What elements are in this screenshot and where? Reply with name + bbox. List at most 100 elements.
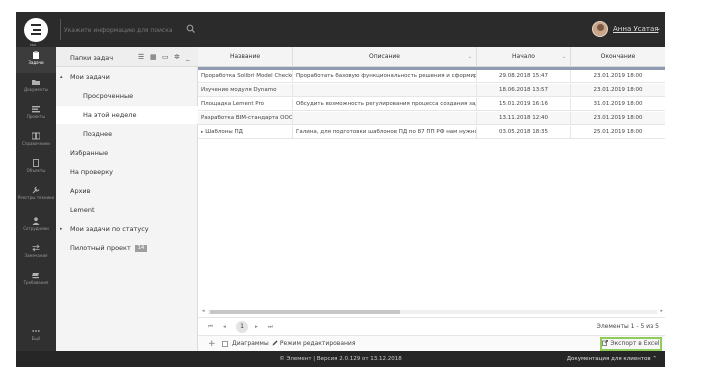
folder-overdue[interactable]: Просроченные [56, 87, 198, 105]
column-header-name[interactable]: Название [198, 47, 293, 67]
user-name-link[interactable]: Анна Усатая [613, 25, 658, 33]
table-row[interactable]: ▸ Шаблоны ПД Галина, для подготовки шабло… [198, 126, 665, 139]
scroll-left-icon[interactable]: ◂ [202, 308, 205, 314]
documentation-link[interactable]: Документация для клиентов ⌃ [567, 351, 657, 367]
table-row[interactable]: Разработка BIM-стандарта ООО 13.11.2018 … [198, 112, 665, 125]
add-task-button[interactable]: + [208, 338, 216, 350]
swap-icon [32, 244, 40, 252]
cell-name: Проработка Solibri Model Checker [198, 70, 293, 83]
table-row[interactable]: Проработка Solibri Model Checker Прорабо… [198, 70, 665, 83]
list-view-icon[interactable]: ☰ [138, 52, 144, 62]
projects-icon [32, 106, 40, 113]
scroll-right-icon[interactable]: ▸ [660, 308, 663, 314]
table-row[interactable]: Площадка Lement Pro Обсудить возможность… [198, 98, 665, 111]
column-header-start[interactable]: Начало ⌄ [477, 47, 571, 67]
folder-my-tasks[interactable]: ▴ Мои задачи [56, 68, 198, 86]
column-header-end[interactable]: Окончание [571, 47, 665, 67]
nav-item-requirements[interactable]: Требования [16, 267, 56, 293]
cell-end: 23.01.2019 18:00 [593, 73, 643, 79]
tasks-grid: Название Описание ⌄ Начало ⌄ Окончание Про… [198, 47, 665, 351]
cell-description: Обсудить возможность регулирования проце… [293, 98, 477, 111]
column-header-description[interactable]: Описание ⌄ [293, 47, 477, 67]
next-page-icon[interactable]: ▸ [255, 322, 258, 332]
table-header: Название Описание ⌄ Начало ⌄ Окончание [198, 47, 665, 67]
nav-item-equipment[interactable]: Реестры техники [16, 182, 56, 212]
pencil-icon [272, 340, 278, 346]
nav-item-objects[interactable]: Объекты [16, 155, 56, 181]
grid-view-icon[interactable]: ▦ [150, 52, 157, 62]
current-page-button[interactable]: 1 [236, 321, 248, 333]
folder-label: Мои задачи по статусу [70, 225, 149, 233]
folder-archive[interactable]: Архив [56, 182, 198, 200]
column-header-label: Название [229, 53, 261, 60]
expand-arrow-icon[interactable]: ▸ [60, 220, 63, 238]
cell-start: 03.05.2018 18:35 [477, 126, 571, 139]
clipboard-icon [33, 51, 39, 59]
search-icon[interactable] [186, 24, 196, 34]
folder-lement[interactable]: Lement [56, 201, 198, 219]
nav-item-more[interactable]: Ещё [16, 323, 56, 349]
nav-item-label: Сотрудники [23, 226, 49, 231]
nav-item-label: Проекты [26, 114, 46, 119]
chevron-down-icon[interactable]: ⌄ [656, 25, 661, 32]
prev-page-icon[interactable]: ◂ [223, 322, 226, 332]
building-icon [33, 159, 39, 167]
export-icon [602, 339, 609, 346]
folder-pilot-project[interactable]: Пилотный проект 14 [56, 239, 198, 257]
gear-icon[interactable]: ✲ [174, 52, 180, 62]
nav-item-label: Замечания [24, 253, 48, 258]
book-icon [32, 132, 40, 140]
cell-description [293, 84, 477, 97]
horizontal-scrollbar[interactable]: ◂ ▸ [202, 308, 663, 315]
footer-docs-label: Документация для клиентов [566, 356, 651, 362]
cell-end: 25.01.2019 18:00 [593, 129, 643, 135]
first-page-icon[interactable]: ⏮ [208, 322, 213, 332]
collapse-arrow-icon[interactable]: ▴ [60, 68, 63, 86]
nav-item-projects[interactable]: Проекты [16, 101, 56, 127]
nav-item-remarks[interactable]: Замечания [16, 240, 56, 266]
top-bar: PRO Анна Усатая ⌄ [16, 12, 665, 47]
logo-icon[interactable] [24, 18, 48, 42]
folder-review[interactable]: На проверку [56, 163, 198, 181]
nav-item-references[interactable]: Справочники [16, 128, 56, 154]
cell-name: Площадка Lement Pro [198, 98, 293, 111]
cell-description: Галина, для подготовки шаблонов ПД по 87… [293, 126, 477, 139]
count-badge: 14 [134, 245, 148, 252]
cell-start: 15.01.2019 16:16 [477, 98, 571, 111]
export-label: Экспорт в Excel [610, 340, 660, 347]
folder-later[interactable]: Позднее [56, 125, 198, 143]
nav-item-label: Документы [24, 87, 48, 92]
cell-description [293, 112, 477, 125]
table-row[interactable]: Изучение модуля Dynamo 18.06.2018 13:57 … [198, 84, 665, 97]
chevron-down-icon[interactable]: ⌄ [468, 47, 472, 67]
expand-arrow-icon[interactable]: ▸ [201, 130, 203, 135]
folder-label: Избранные [70, 149, 109, 157]
last-page-icon[interactable]: ⏭ [268, 322, 273, 332]
folder-favorites[interactable]: Избранные [56, 144, 198, 162]
nav-item-label: Требования [23, 280, 49, 285]
more-icon [32, 330, 40, 332]
nav-item-label: Реестры техники [17, 195, 55, 200]
folder-this-week[interactable]: На этой неделе [56, 106, 198, 124]
calendar-icon[interactable]: ▭ [162, 52, 169, 62]
export-excel-button[interactable]: Экспорт в Excel [600, 337, 662, 351]
edit-mode-button[interactable]: Режим редактирования [272, 340, 355, 348]
folder-label: Пилотный проект [70, 244, 131, 252]
avatar[interactable] [592, 21, 608, 37]
cell-name: Изучение модуля Dynamo [198, 84, 293, 97]
cell-start: 29.08.2018 15:47 [477, 70, 571, 83]
cell-start: 13.11.2018 12:40 [477, 112, 571, 125]
stack-icon [32, 273, 39, 279]
chevron-down-icon[interactable]: ⌄ [562, 47, 566, 67]
nav-item-employees[interactable]: Сотрудники [16, 213, 56, 239]
folders-header: Папки задач ☰ ▦ ▭ ✲ _ [56, 47, 198, 67]
minimize-icon[interactable]: _ [186, 52, 190, 62]
nav-item-label: Ещё [31, 336, 41, 341]
search-input[interactable] [64, 25, 184, 35]
diagrams-label[interactable]: Диаграммы [232, 340, 269, 348]
folder-tasks-by-status[interactable]: ▸ Мои задачи по статусу [56, 220, 198, 238]
scrollbar-thumb[interactable] [210, 310, 400, 314]
diagrams-checkbox[interactable] [222, 341, 228, 347]
nav-item-tasks[interactable]: Задачи [16, 47, 56, 73]
nav-item-documents[interactable]: Документы [16, 74, 56, 100]
